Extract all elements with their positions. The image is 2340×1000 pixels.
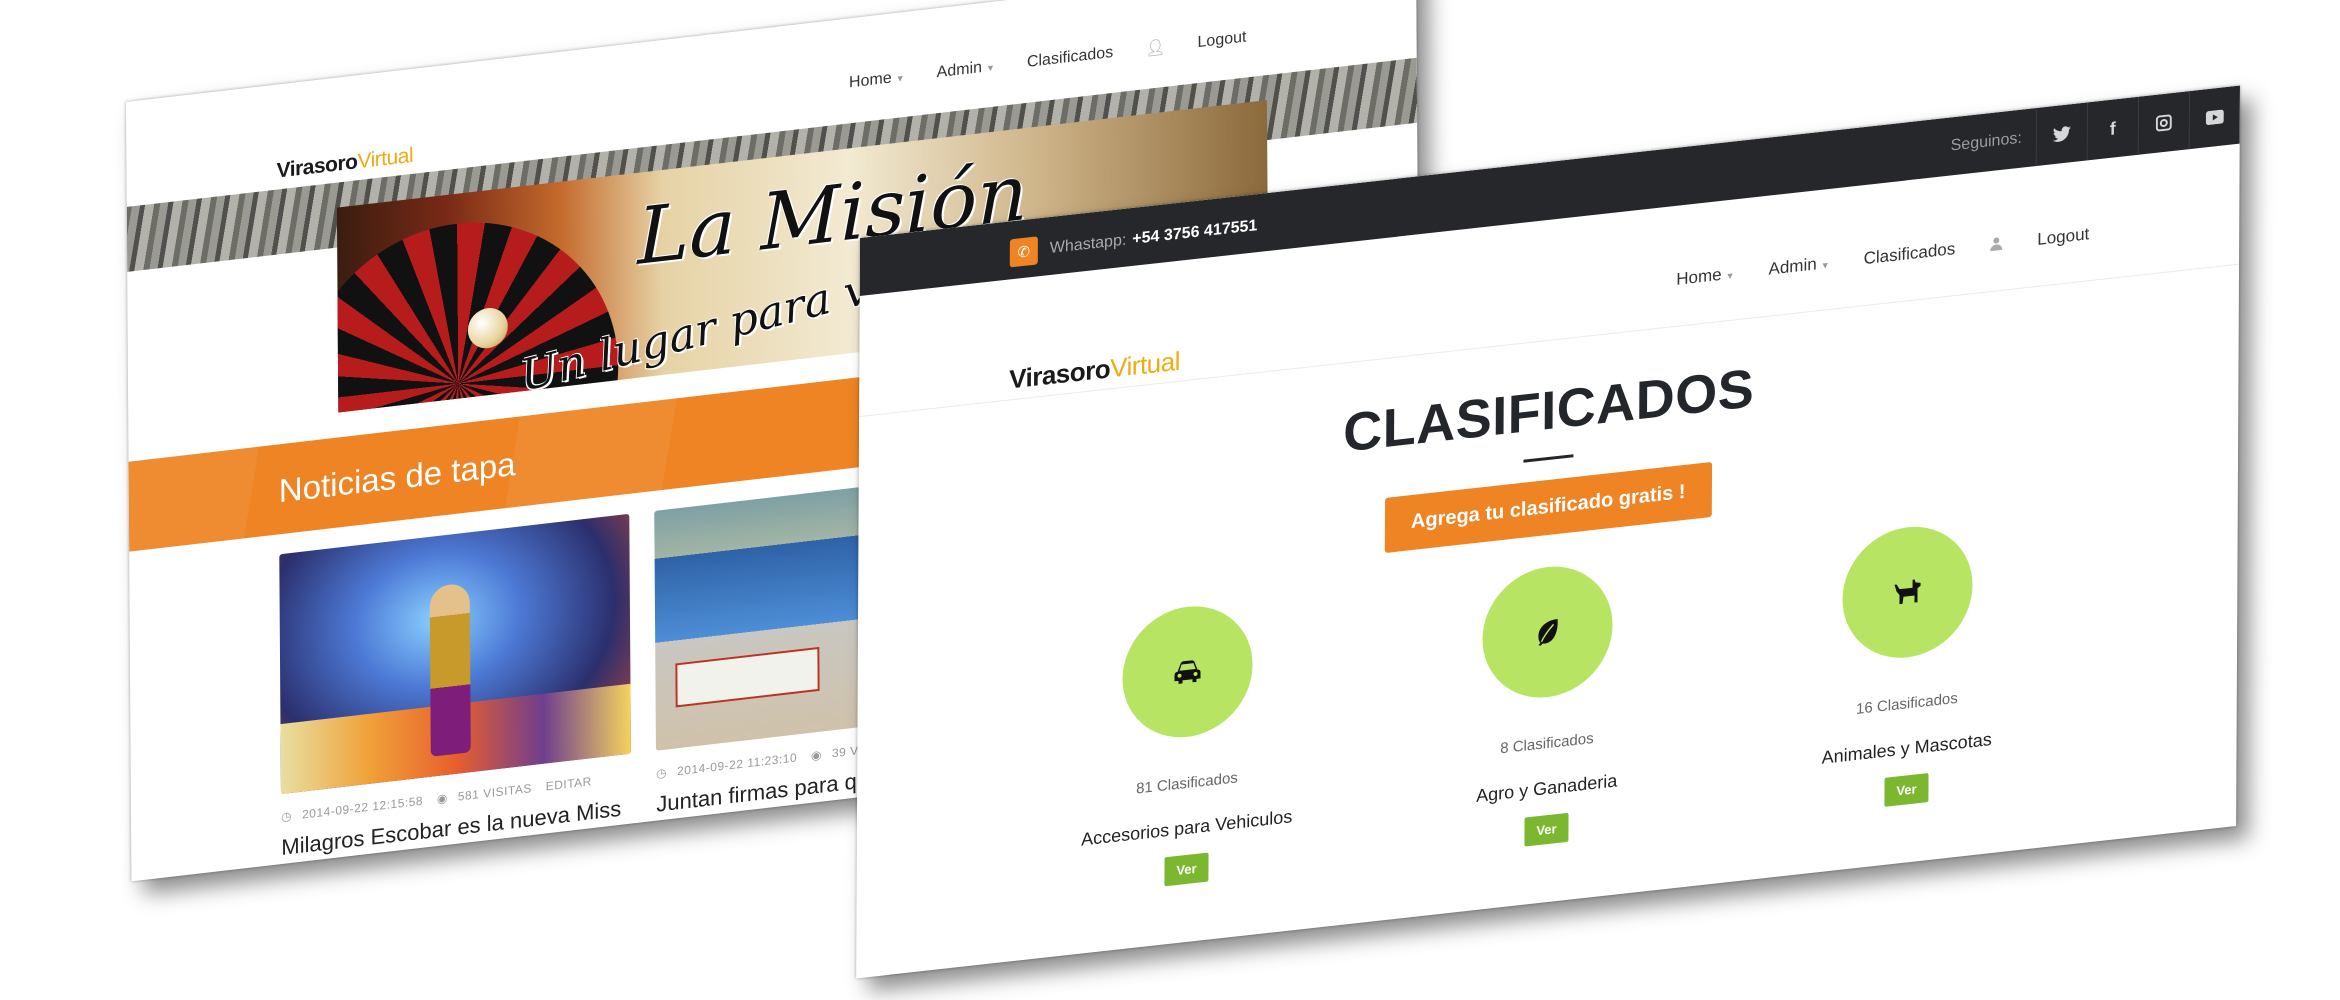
view-button[interactable]: Ver — [1884, 772, 1929, 807]
phone-icon: ✆ — [1009, 236, 1038, 268]
nav-admin[interactable]: Admin ▼ — [1768, 253, 1829, 280]
category-item: 16 Clasificados Animales y Mascotas Ver — [1736, 508, 2077, 823]
front-screenshot: ✆ Whastapp: +54 3756 417551 Seguinos: f … — [856, 85, 2240, 979]
leaf-icon — [1538, 618, 1558, 646]
clock-icon: ◷ — [656, 765, 668, 781]
nav-clasificados[interactable]: Clasificados — [1027, 44, 1113, 72]
car-icon — [1174, 660, 1201, 684]
category-name: Agro y Ganaderia — [1476, 770, 1618, 806]
main-nav: Home ▼ Admin ▼ Clasificados Logout — [1676, 224, 2089, 290]
news-image[interactable] — [279, 513, 631, 795]
logo[interactable]: VirasoroVirtual — [1009, 346, 1180, 396]
edit-link[interactable]: EDITAR — [546, 774, 592, 793]
whatsapp-label: Whastapp: — [1049, 231, 1127, 258]
news-date: 2014-09-22 12:15:58 — [302, 793, 424, 822]
user-icon[interactable]: 👤︎ — [1145, 37, 1165, 59]
social-label: Seguinos: — [1950, 129, 2022, 155]
instagram-icon[interactable] — [2137, 91, 2189, 155]
clock-icon: ◷ — [281, 808, 293, 825]
category-count: 16 Clasificados — [1856, 689, 1958, 718]
news-date: 2014-09-22 11:23:10 — [677, 750, 798, 779]
category-count: 81 Clasificados — [1136, 769, 1238, 798]
chevron-down-icon: ▼ — [985, 62, 995, 74]
add-classified-button[interactable]: Agrega tu clasificado gratis ! — [1384, 461, 1712, 554]
category-item: 8 Clasificados Agro y Ganaderia Ver — [1376, 548, 1717, 863]
eye-icon: ◉ — [436, 790, 448, 807]
twitter-icon[interactable] — [2035, 102, 2087, 167]
chevron-down-icon: ▼ — [1820, 259, 1830, 271]
nav-clasificados[interactable]: Clasificados — [1864, 239, 1956, 269]
category-circle[interactable] — [1482, 559, 1613, 705]
news-excerpt: El baile de elección se realizó el pasad… — [282, 864, 632, 881]
nav-logout[interactable]: Logout — [1197, 28, 1246, 52]
nav-home[interactable]: Home ▼ — [849, 68, 905, 92]
eye-icon: ◉ — [810, 747, 823, 763]
title-divider — [1523, 454, 1574, 463]
whatsapp-number[interactable]: +54 3756 417551 — [1132, 217, 1257, 249]
nav-admin[interactable]: Admin ▼ — [937, 58, 995, 83]
user-icon[interactable] — [1989, 237, 2003, 253]
chevron-down-icon: ▼ — [895, 72, 905, 85]
news-visits: 581 VISITAS — [457, 781, 532, 804]
dog-icon — [1894, 579, 1921, 605]
category-item: 81 Clasificados Accesorios para Vehiculo… — [1016, 588, 1357, 903]
category-name: Animales y Mascotas — [1821, 728, 1992, 768]
nav-home[interactable]: Home ▼ — [1676, 263, 1734, 289]
view-button[interactable]: Ver — [1164, 852, 1209, 887]
youtube-icon[interactable] — [2188, 85, 2240, 150]
news-card[interactable]: ◷ 2014-09-22 12:15:58 ◉ 581 VISITAS EDITAR… — [279, 513, 632, 881]
nav-logout[interactable]: Logout — [2037, 224, 2089, 250]
category-name: Accesorios para Vehiculos — [1081, 806, 1293, 850]
chevron-down-icon: ▼ — [1725, 270, 1735, 282]
category-count: 8 Clasificados — [1500, 729, 1594, 758]
category-circle[interactable] — [1842, 520, 1973, 665]
facebook-icon[interactable]: f — [2086, 96, 2138, 161]
main-nav: Home ▼ Admin ▼ Clasificados 👤︎ Logout — [849, 27, 1247, 93]
section-title: Noticias de tapa — [278, 444, 516, 510]
view-button[interactable]: Ver — [1524, 812, 1569, 847]
category-circle[interactable] — [1122, 599, 1253, 745]
